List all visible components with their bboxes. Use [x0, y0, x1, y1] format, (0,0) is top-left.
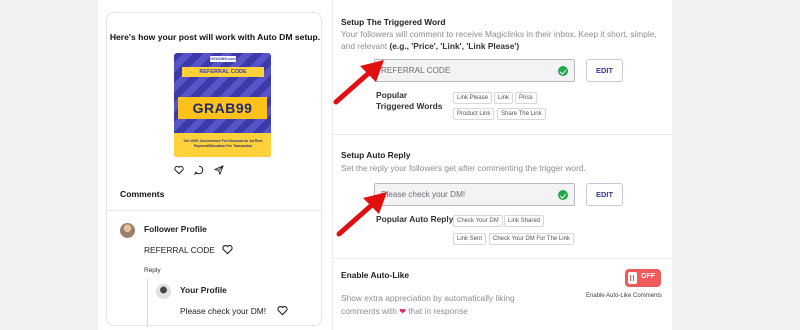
reply-description: Set the reply your followers get after c… — [341, 163, 586, 173]
follower-avatar — [120, 223, 135, 238]
trigger-edit-button[interactable]: EDIT — [586, 59, 623, 82]
trigger-chip[interactable]: Product Link — [453, 108, 495, 120]
brand-logo: HOUSING.com — [210, 56, 236, 62]
reply-chip[interactable]: Link Sent — [453, 233, 487, 245]
autolike-desc-line1: Show extra appreciation by automatically… — [341, 293, 515, 303]
preview-title: Here's how your post will work with Auto… — [109, 32, 321, 42]
post-ribbon: REFERRAL CODE — [182, 67, 264, 77]
reply-edit-button[interactable]: EDIT — [586, 183, 623, 206]
section-divider — [332, 258, 672, 259]
trigger-word-input[interactable]: REFERRAL CODE — [374, 59, 575, 82]
post-image: HOUSING.com REFERRAL CODE GRAB99 Get 100… — [174, 53, 271, 157]
your-reply-comment: Please check your DM! — [180, 306, 267, 316]
trigger-chip[interactable]: Share The Link — [497, 108, 546, 120]
auto-reply-input[interactable]: Please check your DM! — [374, 183, 575, 206]
autolike-desc-line2a: comments with — [341, 305, 397, 316]
post-fine-print: Get 100% Convenience Fee Discount on 1st… — [183, 139, 263, 148]
toggle-state: OFF — [641, 273, 655, 280]
thread-line — [147, 279, 148, 327]
reply-chip[interactable]: Link Shared — [504, 215, 545, 227]
your-profile-name: Your Profile — [180, 285, 227, 295]
annotation-arrow — [336, 192, 387, 237]
reply-link[interactable]: Reply — [144, 267, 161, 274]
heart-icon: ❤ — [399, 306, 406, 316]
autolike-desc-line2b: that in response — [408, 305, 468, 316]
reply-section-title: Setup Auto Reply — [341, 150, 411, 160]
send-icon[interactable] — [214, 165, 224, 175]
post-preview-card: Here's how your post will work with Auto… — [106, 12, 323, 327]
check-icon — [558, 66, 568, 76]
trigger-desc-examples: (e.g., 'Price', 'Link', 'Link Please') — [389, 40, 520, 51]
follower-name: Follower Profile — [144, 224, 207, 234]
autolike-toggle[interactable]: OFF — [625, 269, 661, 287]
annotation-arrow — [333, 60, 384, 105]
trigger-section-title: Setup The Triggered Word — [341, 17, 446, 27]
autolike-section-title: Enable Auto-Like — [341, 270, 410, 280]
toggle-knob — [628, 272, 637, 284]
section-divider — [332, 134, 672, 135]
comment-like-icon[interactable] — [222, 244, 233, 255]
trigger-chip[interactable]: Price — [515, 92, 537, 104]
reply-like-icon[interactable] — [277, 305, 288, 316]
trigger-chip[interactable]: Link — [494, 92, 514, 104]
check-icon — [558, 190, 568, 200]
comment-icon[interactable] — [194, 165, 204, 175]
panel-separator — [332, 0, 333, 330]
your-avatar — [156, 284, 171, 299]
auto-reply-value: Please check your DM! — [381, 190, 466, 199]
trigger-word-value: REFERRAL CODE — [381, 66, 451, 75]
trigger-description: Your followers will comment to receive M… — [341, 29, 663, 52]
reply-chip[interactable]: Check Your DM — [453, 215, 503, 227]
reply-chip[interactable]: Check Your DM For The Link — [489, 233, 574, 245]
comments-title: Comments — [120, 189, 165, 199]
autolike-description: Show extra appreciation by automatically… — [341, 293, 571, 317]
trigger-chip[interactable]: Link Please — [453, 92, 493, 104]
follower-comment: REFERRAL CODE — [144, 245, 215, 255]
post-actions — [174, 165, 224, 175]
heart-icon[interactable] — [174, 165, 184, 175]
auto-dm-setup-page: Here's how your post will work with Auto… — [98, 0, 672, 330]
toggle-caption: Enable Auto-Like Comments — [586, 293, 663, 299]
post-code: GRAB99 — [178, 97, 267, 119]
divider — [107, 210, 323, 211]
